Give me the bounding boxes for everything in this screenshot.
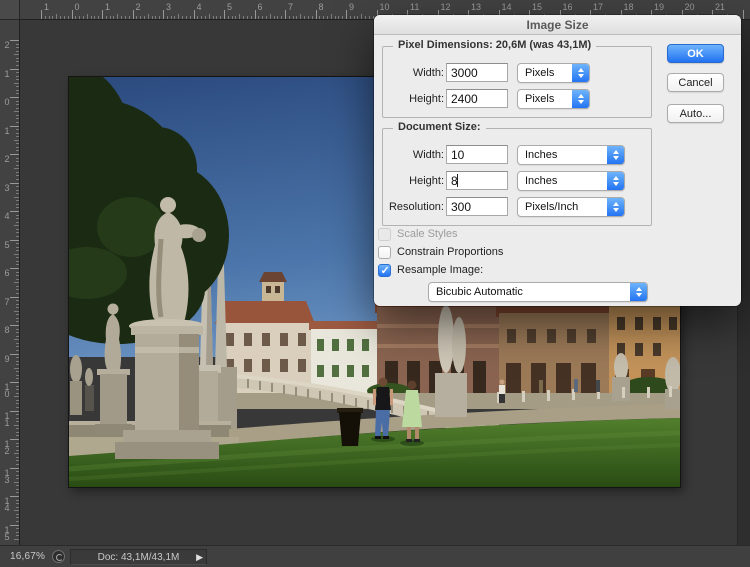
doc-info-field[interactable]: Doc: 43,1M/43,1M ▶	[70, 549, 207, 565]
doc-height-label: Height:	[386, 175, 444, 187]
px-width-label: Width:	[386, 67, 444, 79]
pixel-dimensions-legend: Pixel Dimensions: 20,6M (was 43,1M)	[393, 39, 596, 51]
stepper-icon	[572, 90, 589, 108]
stepper-icon	[572, 64, 589, 82]
resample-image-label: Resample Image:	[397, 264, 483, 276]
scale-styles-label: Scale Styles	[397, 228, 458, 240]
doc-height-unit-select[interactable]: Inches	[517, 171, 625, 191]
scale-styles-checkbox[interactable]	[378, 228, 391, 241]
resample-image-checkbox[interactable]	[378, 264, 391, 277]
text-caret	[457, 174, 458, 187]
constrain-proportions-checkbox[interactable]	[378, 246, 391, 259]
resolution-label: Resolution:	[386, 201, 444, 213]
doc-width-unit-select[interactable]: Inches	[517, 145, 625, 165]
px-width-input[interactable]	[446, 63, 508, 82]
resample-method-select[interactable]: Bicubic Automatic	[428, 282, 648, 302]
doc-height-input[interactable]	[446, 171, 508, 190]
flyout-arrow-icon[interactable]: ▶	[196, 552, 203, 563]
constrain-proportions-row: Constrain Proportions	[378, 244, 503, 260]
document-size-group: Document Size: Width: Inches Height: Inc…	[382, 128, 652, 226]
ruler-left: 210123456789101112131415	[0, 20, 20, 545]
pixel-dimensions-group: Pixel Dimensions: 20,6M (was 43,1M) Widt…	[382, 46, 652, 118]
zoom-level-field[interactable]: 16,67%	[10, 551, 45, 562]
document-size-legend: Document Size:	[393, 121, 486, 133]
ruler-corner	[0, 0, 20, 20]
constrain-proportions-label: Constrain Proportions	[397, 246, 503, 258]
image-size-dialog: Image Size Pixel Dimensions: 20,6M (was …	[374, 15, 741, 306]
doc-info-text: Doc: 43,1M/43,1M	[98, 552, 180, 563]
dialog-titlebar[interactable]: Image Size	[374, 15, 741, 35]
px-height-label: Height:	[386, 93, 444, 105]
cancel-button[interactable]: Cancel	[667, 73, 724, 92]
doc-width-label: Width:	[386, 149, 444, 161]
stepper-icon	[607, 198, 624, 216]
doc-width-input[interactable]	[446, 145, 508, 164]
resample-image-row: Resample Image:	[378, 262, 483, 278]
status-circle-icon	[52, 550, 65, 563]
resolution-unit-select[interactable]: Pixels/Inch	[517, 197, 625, 217]
resolution-input[interactable]	[446, 197, 508, 216]
status-bar: 16,67% Doc: 43,1M/43,1M ▶	[0, 545, 750, 567]
scale-styles-row: Scale Styles	[378, 226, 458, 242]
stepper-icon	[630, 283, 647, 301]
px-height-unit-select[interactable]: Pixels	[517, 89, 590, 109]
stepper-icon	[607, 146, 624, 164]
auto-button[interactable]: Auto...	[667, 104, 724, 123]
ok-button[interactable]: OK	[667, 44, 724, 63]
photoshop-window: 10123456789101112131415161718192021 2101…	[0, 0, 750, 567]
distant-statues	[70, 355, 94, 415]
stepper-icon	[607, 172, 624, 190]
px-height-input[interactable]	[446, 89, 508, 108]
px-width-unit-select[interactable]: Pixels	[517, 63, 590, 83]
